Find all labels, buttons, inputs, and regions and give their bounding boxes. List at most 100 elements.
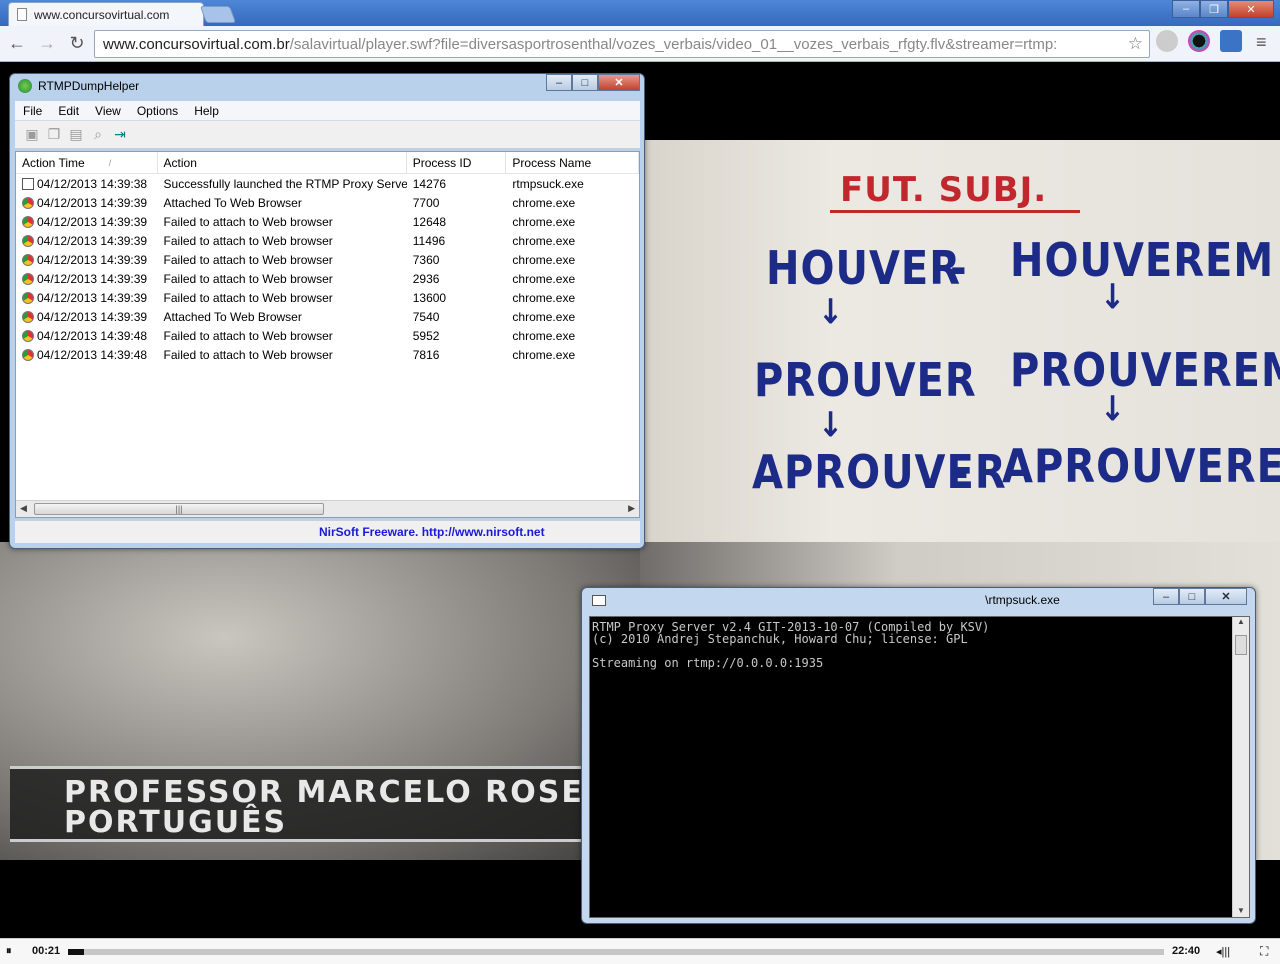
exit-icon[interactable]: ⇥ (111, 126, 129, 144)
app-icon (18, 79, 32, 93)
chrome-icon (22, 348, 34, 361)
scroll-right-icon[interactable]: ▶ (628, 503, 635, 514)
save-icon[interactable]: ▣ (23, 126, 41, 144)
chrome-icon (22, 329, 34, 342)
cell-action: Failed to attach to Web browser (163, 252, 333, 267)
column-action-time[interactable]: Action Time / (16, 152, 158, 173)
console-output[interactable]: RTMP Proxy Server v2.4 GIT-2013-10-07 (C… (589, 616, 1250, 918)
board-underline (830, 210, 1080, 213)
cell-process-name: chrome.exe (512, 347, 576, 362)
player-controls: ⏸ 00:21 22:40 ◂||| ⛶ (0, 938, 1280, 964)
back-icon[interactable]: ← (4, 31, 30, 57)
column-process-id[interactable]: Process ID (407, 152, 507, 173)
rtmpsuck-window: \rtmpsuck.exe – □ ✕ RTMP Proxy Server v2… (581, 587, 1256, 924)
console-icon (592, 595, 606, 606)
table-row[interactable]: 04/12/2013 14:39:39 Attached To Web Brows… (16, 193, 639, 212)
scroll-up-icon[interactable]: ▲ (1233, 617, 1249, 626)
cell-pid: 14276 (412, 176, 447, 191)
chrome-icon (22, 291, 34, 304)
board-row3-right: APROUVEREM (1002, 440, 1280, 494)
whiteboard: FUT. SUBJ. HOUVER - HOUVEREM ↓ ↓ PROUVER… (640, 140, 1280, 610)
table-row[interactable]: 04/12/2013 14:39:39 Attached To Web Brows… (16, 307, 639, 326)
seek-bar[interactable] (68, 949, 1164, 955)
table-row[interactable]: 04/12/2013 14:39:48 Failed to attach to W… (16, 326, 639, 345)
menu-edit[interactable]: Edit (50, 104, 87, 118)
menu-options[interactable]: Options (129, 104, 186, 118)
menu-view[interactable]: View (87, 104, 129, 118)
maximize-button[interactable]: □ (572, 74, 598, 91)
cell-time-text: 04/12/2013 14:39:39 (37, 271, 148, 286)
cell-time-text: 04/12/2013 14:39:39 (37, 214, 148, 229)
volume-icon[interactable]: ◂||| (1216, 945, 1230, 958)
new-tab-button[interactable] (199, 6, 237, 23)
cell-time: 04/12/2013 14:39:39 (16, 215, 158, 229)
bookmark-star-icon[interactable]: ☆ (1128, 34, 1143, 54)
fullscreen-icon[interactable]: ⛶ (1260, 944, 1268, 959)
column-action[interactable]: Action (158, 152, 407, 173)
board-row2-left: PROUVER (754, 354, 977, 408)
close-button[interactable]: ✕ (598, 74, 640, 91)
scroll-thumb[interactable] (1235, 635, 1247, 655)
list-header: Action Time / Action Process ID Process N… (16, 152, 639, 174)
tab-title: www.concursovirtual.com (34, 7, 170, 22)
action-list[interactable]: Action Time / Action Process ID Process N… (15, 151, 640, 518)
minimize-button[interactable]: – (1172, 0, 1200, 18)
cell-time: 04/12/2013 14:39:39 (16, 291, 158, 305)
menu-file[interactable]: File (15, 104, 50, 118)
minimize-button[interactable]: – (1153, 588, 1179, 605)
board-title: FUT. SUBJ. (840, 170, 1048, 210)
minimize-button[interactable]: – (546, 74, 572, 91)
list-rows: 04/12/2013 14:39:38 Successfully launched… (16, 174, 639, 364)
cell-time-text: 04/12/2013 14:39:48 (37, 347, 148, 362)
cell-pid: 7700 (412, 195, 440, 210)
close-button[interactable]: ✕ (1205, 588, 1247, 605)
close-button[interactable]: ✕ (1228, 0, 1274, 18)
window-title: RTMPDumpHelper (38, 79, 140, 93)
extension-blue-icon[interactable] (1220, 30, 1242, 52)
horizontal-scrollbar[interactable]: ◀ ||| ▶ (16, 500, 639, 517)
maximize-button[interactable]: ❐ (1200, 0, 1228, 18)
board-arrow-2: ↓ (1100, 277, 1127, 318)
table-row[interactable]: 04/12/2013 14:39:39 Failed to attach to W… (16, 250, 639, 269)
cell-time: 04/12/2013 14:39:48 (16, 329, 158, 343)
table-row[interactable]: 04/12/2013 14:39:39 Failed to attach to W… (16, 288, 639, 307)
extension-umbrella-icon[interactable] (1156, 30, 1178, 52)
extension-circle-icon[interactable] (1188, 30, 1210, 52)
chrome-icon (22, 310, 34, 323)
tool-bar: ▣ ❐ ▤ ⌕ ⇥ (15, 121, 640, 149)
scroll-down-icon[interactable]: ▼ (1237, 906, 1245, 915)
maximize-button[interactable]: □ (1179, 588, 1205, 605)
scroll-thumb[interactable]: ||| (34, 503, 324, 515)
status-bar: NirSoft Freeware. http://www.nirsoft.net (15, 520, 640, 543)
column-process-name[interactable]: Process Name (506, 152, 639, 173)
scroll-left-icon[interactable]: ◀ (20, 503, 27, 514)
board-dash-3: - (952, 446, 970, 500)
status-link[interactable]: NirSoft Freeware. http://www.nirsoft.net (319, 525, 545, 539)
cell-time: 04/12/2013 14:39:39 (16, 310, 158, 324)
properties-icon[interactable]: ▤ (67, 126, 85, 144)
window-controls: – □ ✕ (546, 74, 640, 91)
copy-icon[interactable]: ❐ (45, 126, 63, 144)
cell-time: 04/12/2013 14:39:39 (16, 234, 158, 248)
column-action-time-label: Action Time (22, 155, 85, 170)
reload-icon[interactable]: ↻ (64, 31, 90, 57)
cell-pid: 7540 (412, 309, 440, 324)
table-row[interactable]: 04/12/2013 14:39:39 Failed to attach to W… (16, 212, 639, 231)
menu-icon[interactable]: ≡ (1256, 32, 1267, 53)
find-icon[interactable]: ⌕ (89, 126, 107, 144)
table-row[interactable]: 04/12/2013 14:39:48 Failed to attach to W… (16, 345, 639, 364)
address-bar[interactable]: www.concursovirtual.com.br/salavirtual/p… (94, 30, 1150, 58)
forward-icon[interactable]: → (34, 31, 60, 57)
cell-pid: 7360 (412, 252, 440, 267)
cell-action: Attached To Web Browser (163, 195, 302, 210)
table-row[interactable]: 04/12/2013 14:39:38 Successfully launched… (16, 174, 639, 193)
tab-active[interactable]: www.concursovirtual.com (8, 2, 204, 26)
vertical-scrollbar[interactable]: ▲ ▼ (1232, 617, 1249, 917)
cell-action: Attached To Web Browser (163, 309, 302, 324)
board-arrow-4: ↓ (1100, 389, 1127, 430)
url-path: /salavirtual/player.swf?file=diversaspor… (289, 35, 1058, 53)
table-row[interactable]: 04/12/2013 14:39:39 Failed to attach to W… (16, 269, 639, 288)
table-row[interactable]: 04/12/2013 14:39:39 Failed to attach to W… (16, 231, 639, 250)
menu-help[interactable]: Help (186, 104, 227, 118)
pause-icon[interactable]: ⏸ (6, 945, 12, 958)
